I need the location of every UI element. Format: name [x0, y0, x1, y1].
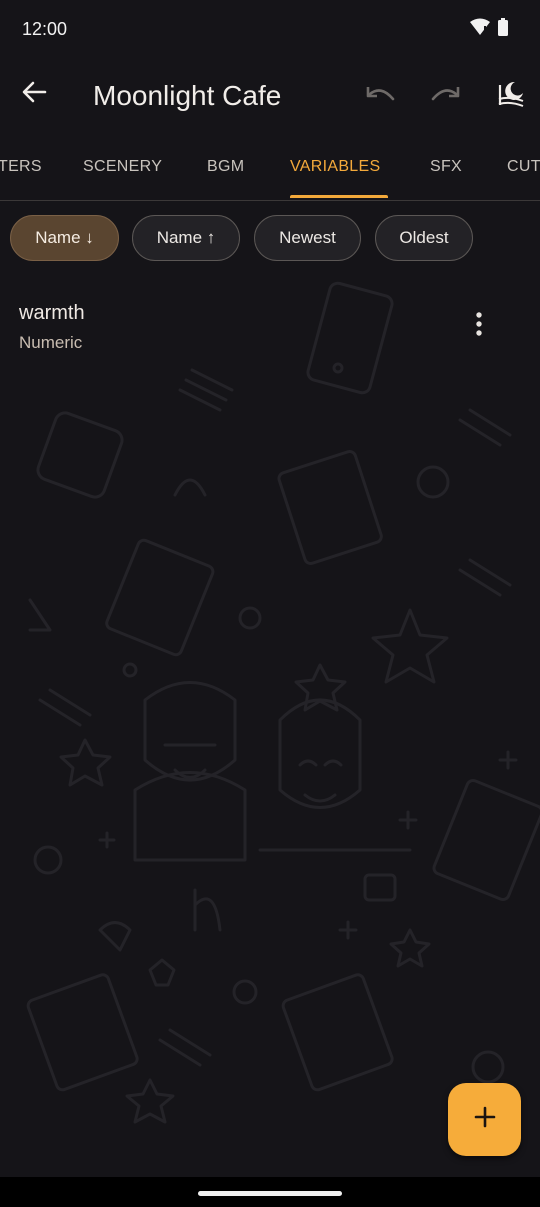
status-time: 12:00: [22, 19, 68, 39]
background-doodle-pattern: [26, 281, 540, 1124]
active-tab-indicator: [290, 195, 388, 198]
theme-icon: [495, 79, 525, 114]
variable-type: Numeric: [19, 333, 83, 352]
home-gesture-handle[interactable]: [198, 1191, 342, 1196]
back-button[interactable]: [14, 74, 54, 114]
add-variable-button[interactable]: [448, 1083, 521, 1156]
theme-button[interactable]: [490, 76, 530, 116]
tab-bar: TERS SCENERY BGM VARIABLES SFX CUT: [0, 138, 540, 201]
plus-icon: [473, 1105, 497, 1134]
sort-newest-chip[interactable]: Newest: [254, 215, 361, 261]
undo-icon: [366, 85, 396, 110]
undo-button[interactable]: [362, 78, 400, 116]
wifi-icon: [470, 18, 490, 41]
sort-oldest-chip[interactable]: Oldest: [375, 215, 473, 261]
tab-bgm[interactable]: BGM: [207, 158, 244, 176]
system-navigation-bar: [0, 1177, 540, 1207]
app-bar: Moonlight Cafe: [0, 60, 540, 138]
more-vert-icon: [475, 311, 483, 341]
page-title: Moonlight Cafe: [93, 80, 282, 111]
tab-scenery[interactable]: SCENERY: [83, 158, 162, 176]
tab-variables[interactable]: VARIABLES: [290, 158, 380, 176]
tab-sfx[interactable]: SFX: [430, 158, 462, 176]
more-options-button[interactable]: [464, 311, 494, 341]
back-arrow-icon: [21, 79, 47, 110]
battery-icon: [498, 18, 508, 41]
tab-cutscenes[interactable]: CUT: [507, 158, 540, 176]
sort-name-asc-chip[interactable]: Name ↑: [132, 215, 240, 261]
variable-list-item[interactable]: warmth Numeric: [0, 285, 540, 369]
redo-button[interactable]: [426, 78, 464, 116]
tab-characters[interactable]: TERS: [0, 158, 42, 176]
sort-name-desc-chip[interactable]: Name ↓: [10, 215, 119, 261]
redo-icon: [430, 85, 460, 110]
status-bar: 12:00: [0, 0, 540, 60]
sort-chips: Name ↓ Name ↑ Newest Oldest: [0, 215, 540, 265]
variable-name: warmth: [19, 302, 85, 324]
